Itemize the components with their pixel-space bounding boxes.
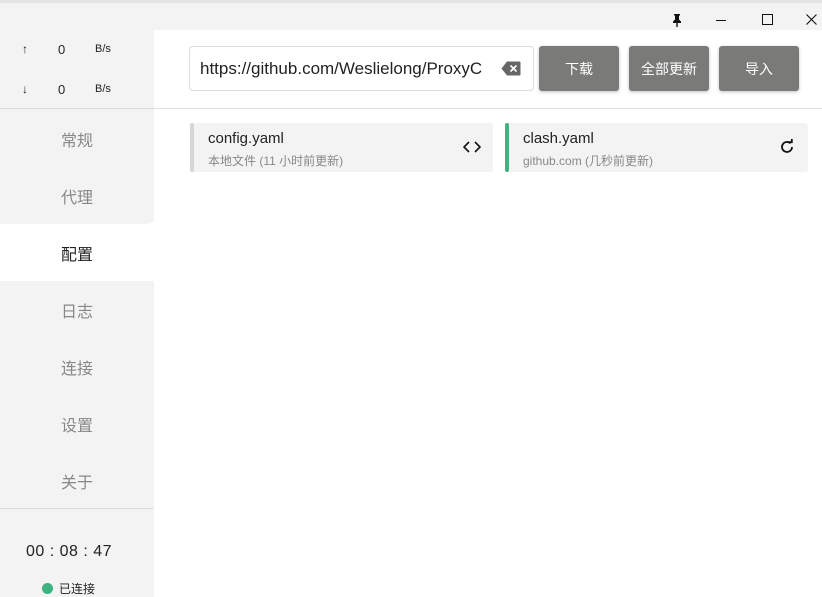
nav-item-label: 关于	[60, 474, 93, 492]
minimize-icon[interactable]	[699, 6, 743, 33]
url-input[interactable]	[200, 47, 495, 90]
nav-item-label: 设置	[60, 417, 93, 435]
nav-item-connections[interactable]: 连接	[0, 338, 154, 395]
nav-item-label: 代理	[60, 189, 93, 207]
profile-card-config[interactable]: config.yaml 本地文件 (11 小时前更新)	[190, 123, 493, 172]
sidebar-divider-bottom	[0, 508, 154, 509]
upload-arrow-icon: ↑	[22, 42, 28, 56]
status-label: 已连接	[59, 581, 96, 596]
nav-item-label: 日志	[60, 303, 93, 321]
nav-item-profiles[interactable]: 配置	[0, 224, 154, 281]
download-speed-value: 0	[58, 82, 66, 97]
import-button[interactable]: 导入	[719, 46, 799, 91]
nav-item-settings[interactable]: 设置	[0, 395, 154, 452]
maximize-icon[interactable]	[745, 6, 789, 33]
url-field	[189, 46, 534, 91]
uptime-timer: 00 : 08 : 47	[25, 543, 113, 560]
sidebar-divider-top	[0, 108, 154, 109]
download-traffic: ↓ 0 B/s	[0, 80, 154, 100]
profile-name: clash.yaml	[523, 130, 594, 147]
download-arrow-icon: ↓	[22, 82, 28, 96]
update-all-button[interactable]: 全部更新	[629, 46, 709, 91]
pin-icon[interactable]	[655, 6, 699, 33]
profile-name: config.yaml	[208, 130, 284, 147]
toolbar-divider	[154, 108, 822, 109]
clear-input-icon[interactable]	[501, 61, 521, 76]
nav-item-label: 配置	[60, 246, 93, 264]
profile-source: github.com (几秒前更新)	[523, 154, 654, 168]
profile-card-clash[interactable]: clash.yaml github.com (几秒前更新)	[505, 123, 808, 172]
download-button[interactable]: 下载	[539, 46, 619, 91]
sidebar: ↑ 0 B/s ↓ 0 B/s 常规 代理 配置 日志 连接 设置 关于	[0, 30, 154, 597]
profile-indicator	[190, 123, 194, 172]
title-bar	[0, 0, 822, 30]
status-dot-icon	[42, 582, 53, 594]
upload-traffic: ↑ 0 B/s	[0, 40, 154, 60]
nav-item-label: 常规	[60, 132, 93, 150]
profile-source: 本地文件 (11 小时前更新)	[208, 154, 344, 168]
main-panel: 下载 全部更新 导入 config.yaml 本地文件 (11 小时前更新) c…	[154, 30, 822, 597]
nav-item-logs[interactable]: 日志	[0, 281, 154, 338]
nav-item-proxy[interactable]: 代理	[0, 167, 154, 224]
nav-item-about[interactable]: 关于	[0, 452, 154, 509]
upload-speed-value: 0	[58, 42, 66, 57]
download-speed-unit: B/s	[95, 83, 111, 95]
profile-indicator-active	[505, 123, 509, 172]
code-icon[interactable]	[463, 138, 481, 156]
connection-status: 已连接	[42, 580, 95, 596]
nav-item-general[interactable]: 常规	[0, 110, 154, 167]
refresh-icon[interactable]	[778, 138, 796, 156]
upload-speed-unit: B/s	[95, 43, 111, 55]
close-icon[interactable]	[789, 6, 822, 33]
nav-item-label: 连接	[60, 360, 93, 378]
